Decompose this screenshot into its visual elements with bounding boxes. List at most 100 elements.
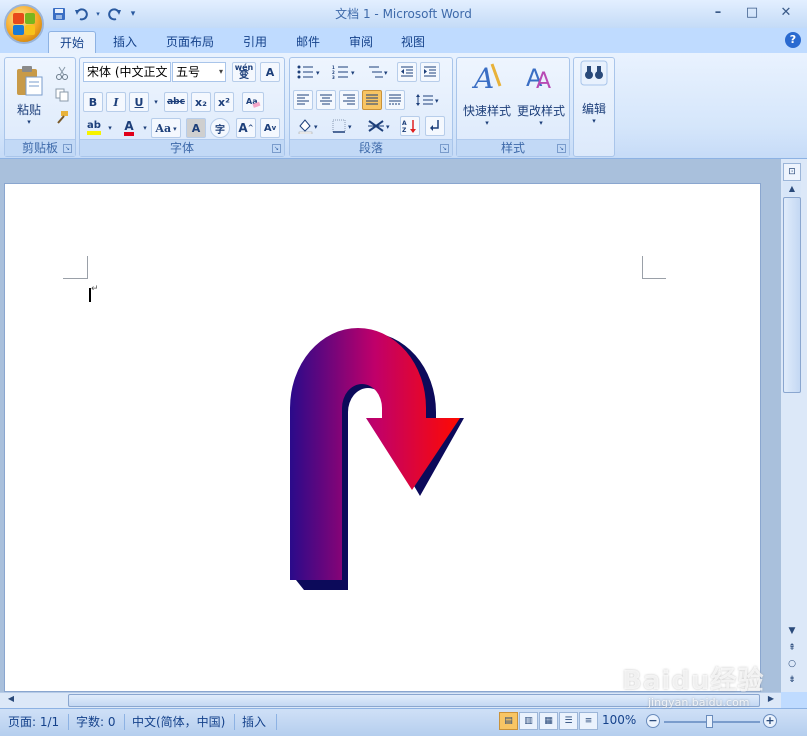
change-case-dropdown-icon: ▾ bbox=[173, 123, 177, 133]
highlight-dropdown-icon[interactable]: ▾ bbox=[105, 118, 115, 138]
tab-insert[interactable]: 插入 bbox=[102, 31, 148, 53]
clear-formatting-button[interactable]: Aa bbox=[242, 92, 264, 112]
previous-page-icon[interactable]: ⇞ bbox=[783, 641, 801, 655]
align-center-button[interactable] bbox=[316, 90, 336, 110]
font-size-select[interactable]: 五号 ▾ bbox=[172, 62, 226, 82]
distributed-icon bbox=[389, 94, 401, 105]
status-separator bbox=[68, 714, 69, 730]
document-page[interactable]: ↵ bbox=[4, 183, 761, 692]
chinese-layout-button[interactable]: ▾ bbox=[364, 116, 396, 136]
grow-font-button[interactable]: A ^ bbox=[236, 118, 256, 138]
scroll-left-icon[interactable]: ◀ bbox=[4, 694, 18, 707]
language-status[interactable]: 中文(简体，中国) bbox=[128, 713, 229, 731]
cut-icon[interactable] bbox=[53, 64, 71, 82]
zoom-level[interactable]: 100% bbox=[602, 713, 636, 727]
word-count-status[interactable]: 字数: 0 bbox=[72, 713, 120, 731]
zoom-in-icon[interactable]: + bbox=[763, 714, 777, 728]
svg-text:▾: ▾ bbox=[435, 97, 439, 105]
status-separator bbox=[276, 714, 277, 730]
editing-button[interactable]: 编辑 ▾ bbox=[576, 60, 612, 134]
align-right-icon bbox=[343, 94, 355, 105]
draft-icon[interactable]: ≡ bbox=[579, 712, 598, 730]
maximize-button[interactable]: □ bbox=[735, 2, 769, 22]
phonetic-guide-button[interactable]: wén 变 bbox=[232, 62, 256, 82]
justify-button[interactable] bbox=[362, 90, 382, 110]
italic-button[interactable]: I bbox=[106, 92, 126, 112]
character-shading-button[interactable]: A bbox=[186, 118, 206, 138]
svg-text:▾: ▾ bbox=[348, 123, 352, 131]
editing-label: 编辑 bbox=[581, 102, 606, 116]
clipboard-launcher-icon[interactable]: ↘ bbox=[63, 144, 72, 153]
underline-dropdown-icon[interactable]: ▾ bbox=[151, 92, 161, 112]
select-browse-object-icon[interactable]: ○ bbox=[783, 657, 801, 671]
print-layout-icon[interactable]: ▤ bbox=[499, 712, 518, 730]
zoom-slider-thumb[interactable] bbox=[706, 715, 713, 728]
vertical-scrollbar[interactable]: ⊡ ▲ ▼ ⇞ ○ ⇟ bbox=[781, 159, 807, 692]
tab-page-layout[interactable]: 页面布局 bbox=[156, 31, 224, 53]
svg-text:▾: ▾ bbox=[384, 69, 388, 77]
next-page-icon[interactable]: ⇟ bbox=[783, 673, 801, 687]
help-icon[interactable]: ? bbox=[785, 32, 801, 48]
strikethrough-button[interactable]: abc bbox=[164, 92, 188, 112]
subscript-button[interactable]: x₂ bbox=[191, 92, 211, 112]
page-count-status[interactable]: 页面: 1/1 bbox=[4, 713, 63, 731]
align-right-button[interactable] bbox=[339, 90, 359, 110]
outline-icon[interactable]: ☰ bbox=[559, 712, 578, 730]
font-color-dropdown-icon[interactable]: ▾ bbox=[140, 118, 150, 138]
font-launcher-icon[interactable]: ↘ bbox=[272, 144, 281, 153]
increase-indent-button[interactable] bbox=[420, 62, 440, 82]
font-group: 宋体 (中文正文 五号 ▾ wén 变 A B I U ▾ abc x₂ x² Aa… bbox=[79, 57, 285, 157]
tab-view[interactable]: 视图 bbox=[390, 31, 436, 53]
underline-button[interactable]: U bbox=[129, 92, 149, 112]
numbering-button[interactable]: 1 2 3 ▾ bbox=[328, 62, 360, 82]
scroll-down-icon[interactable]: ▼ bbox=[783, 624, 801, 638]
quick-styles-button[interactable]: A 快速样式 ▾ bbox=[460, 60, 514, 134]
ruler-toggle-icon[interactable]: ⊡ bbox=[783, 163, 801, 181]
minimize-button[interactable]: – bbox=[701, 2, 735, 22]
format-painter-icon[interactable] bbox=[53, 108, 71, 126]
tab-references[interactable]: 引用 bbox=[232, 31, 278, 53]
decrease-indent-button[interactable] bbox=[397, 62, 417, 82]
quick-styles-icon: A bbox=[471, 62, 502, 94]
chinese-layout-icon: ▾ bbox=[368, 120, 390, 132]
font-color-button[interactable]: A bbox=[118, 118, 140, 138]
svg-text:▾: ▾ bbox=[316, 69, 320, 77]
justify-icon bbox=[366, 94, 378, 105]
font-name-select[interactable]: 宋体 (中文正文 bbox=[83, 62, 171, 82]
show-marks-button[interactable] bbox=[425, 116, 445, 136]
paste-button[interactable]: 粘贴 ▾ bbox=[9, 60, 49, 130]
align-left-button[interactable] bbox=[293, 90, 313, 110]
tab-mailings[interactable]: 邮件 bbox=[285, 31, 331, 53]
scroll-right-icon[interactable]: ▶ bbox=[764, 694, 778, 707]
character-border-button[interactable]: A bbox=[260, 62, 280, 82]
full-screen-reading-icon[interactable]: ▥ bbox=[519, 712, 538, 730]
change-styles-button[interactable]: AA 更改样式 ▾ bbox=[514, 60, 568, 134]
sort-button[interactable]: AZ bbox=[400, 116, 420, 136]
styles-launcher-icon[interactable]: ↘ bbox=[557, 144, 566, 153]
bullets-button[interactable]: ▾ bbox=[293, 62, 325, 82]
highlight-button[interactable]: ab bbox=[83, 118, 105, 138]
superscript-button[interactable]: x² bbox=[214, 92, 234, 112]
multilevel-list-button[interactable]: ▾ bbox=[363, 62, 393, 82]
line-spacing-button[interactable]: ▾ bbox=[412, 90, 444, 110]
copy-icon[interactable] bbox=[53, 86, 71, 104]
vertical-scroll-thumb[interactable] bbox=[783, 197, 801, 393]
close-button[interactable]: ✕ bbox=[769, 2, 803, 22]
paragraph-launcher-icon[interactable]: ↘ bbox=[440, 144, 449, 153]
u-turn-arrow-shape[interactable] bbox=[290, 318, 470, 600]
scroll-up-icon[interactable]: ▲ bbox=[783, 182, 801, 196]
change-case-button[interactable]: Aa ▾ bbox=[151, 118, 181, 138]
shrink-font-button[interactable]: Av bbox=[260, 118, 280, 138]
tab-review[interactable]: 审阅 bbox=[338, 31, 384, 53]
office-button[interactable] bbox=[4, 4, 44, 44]
tab-home[interactable]: 开始 bbox=[48, 31, 96, 53]
bold-button[interactable]: B bbox=[83, 92, 103, 112]
distributed-button[interactable] bbox=[385, 90, 405, 110]
web-layout-icon[interactable]: ▦ bbox=[539, 712, 558, 730]
insert-mode-status[interactable]: 插入 bbox=[238, 713, 270, 731]
shading-button[interactable]: ▾ bbox=[293, 116, 325, 136]
zoom-out-icon[interactable]: − bbox=[646, 714, 660, 728]
borders-button[interactable]: ▾ bbox=[328, 116, 360, 136]
enclose-characters-button[interactable]: 字 bbox=[210, 118, 230, 138]
crop-mark-top-right-vertical bbox=[642, 256, 643, 279]
